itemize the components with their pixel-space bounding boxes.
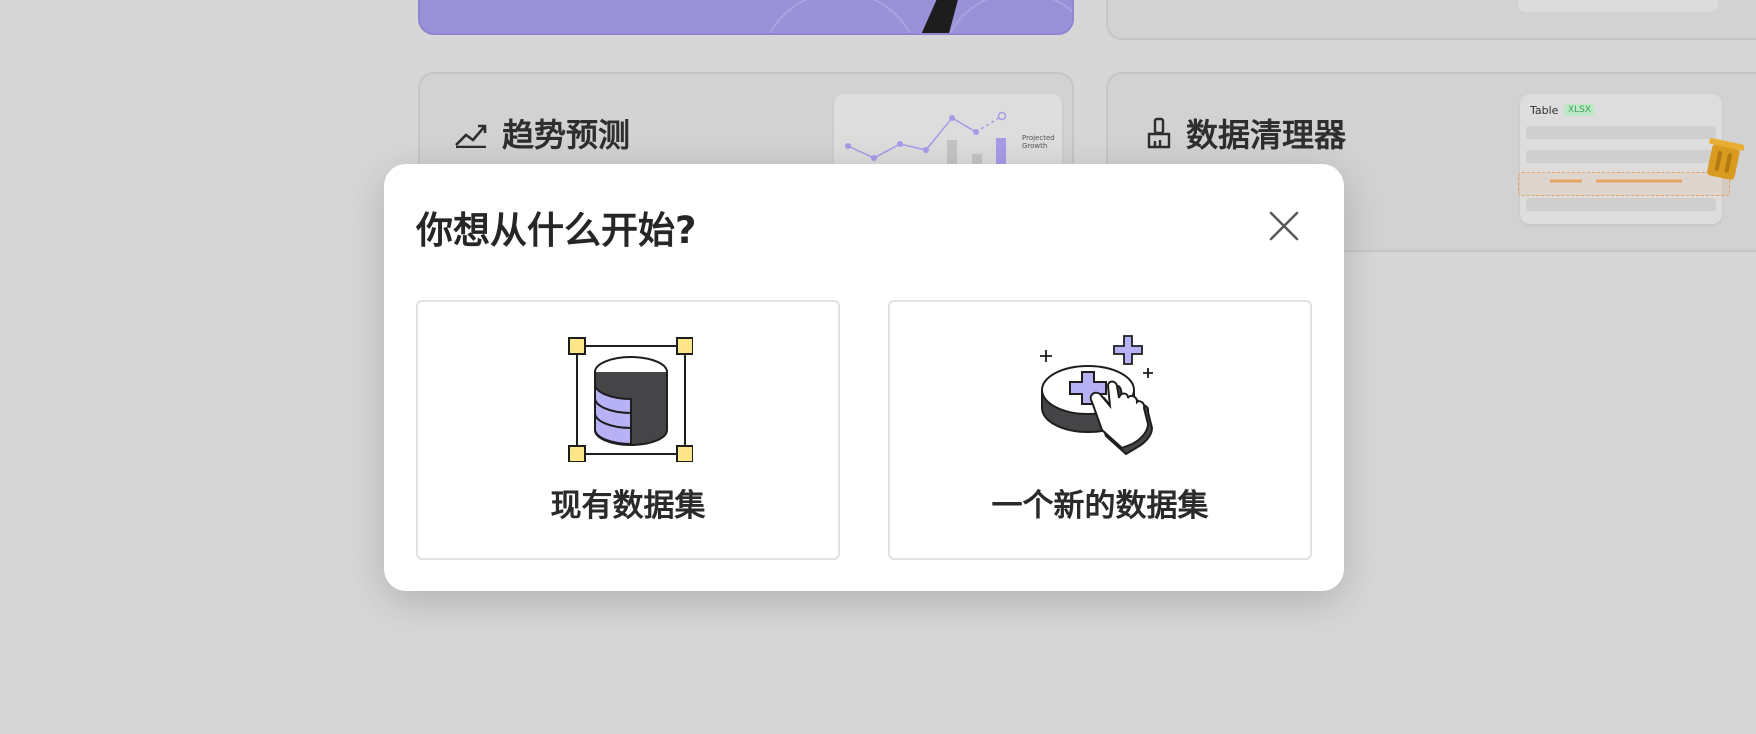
database-selection-icon <box>568 337 693 462</box>
cleaner-thumbnail: Table XLSX <box>1520 94 1722 224</box>
banner-card[interactable] <box>418 0 1074 35</box>
close-button[interactable] <box>1260 202 1308 250</box>
close-icon <box>1269 211 1299 241</box>
trash-icon <box>1707 138 1744 180</box>
cleaner-highlight-row <box>1518 172 1730 196</box>
broom-icon <box>1147 117 1171 149</box>
trend-chart-icon <box>455 124 487 148</box>
banner-decoration <box>769 0 1072 33</box>
top-right-card[interactable] <box>1106 0 1756 40</box>
start-dialog: 你想从什么开始? 现有数据集 一个新的数据集 <box>384 164 1344 591</box>
existing-dataset-option[interactable]: 现有数据集 <box>416 300 840 560</box>
existing-dataset-label: 现有数据集 <box>550 488 706 524</box>
data-cleaner-title: 数据清理器 <box>1146 110 1346 156</box>
dialog-title: 你想从什么开始? <box>416 209 697 252</box>
add-dataset-hand-icon <box>1040 335 1154 456</box>
new-dataset-label: 一个新的数据集 <box>991 488 1209 524</box>
cleaner-rows <box>1526 126 1716 211</box>
new-dataset-option[interactable]: 一个新的数据集 <box>888 300 1312 560</box>
trend-forecast-title: 趋势预测 <box>454 110 630 156</box>
